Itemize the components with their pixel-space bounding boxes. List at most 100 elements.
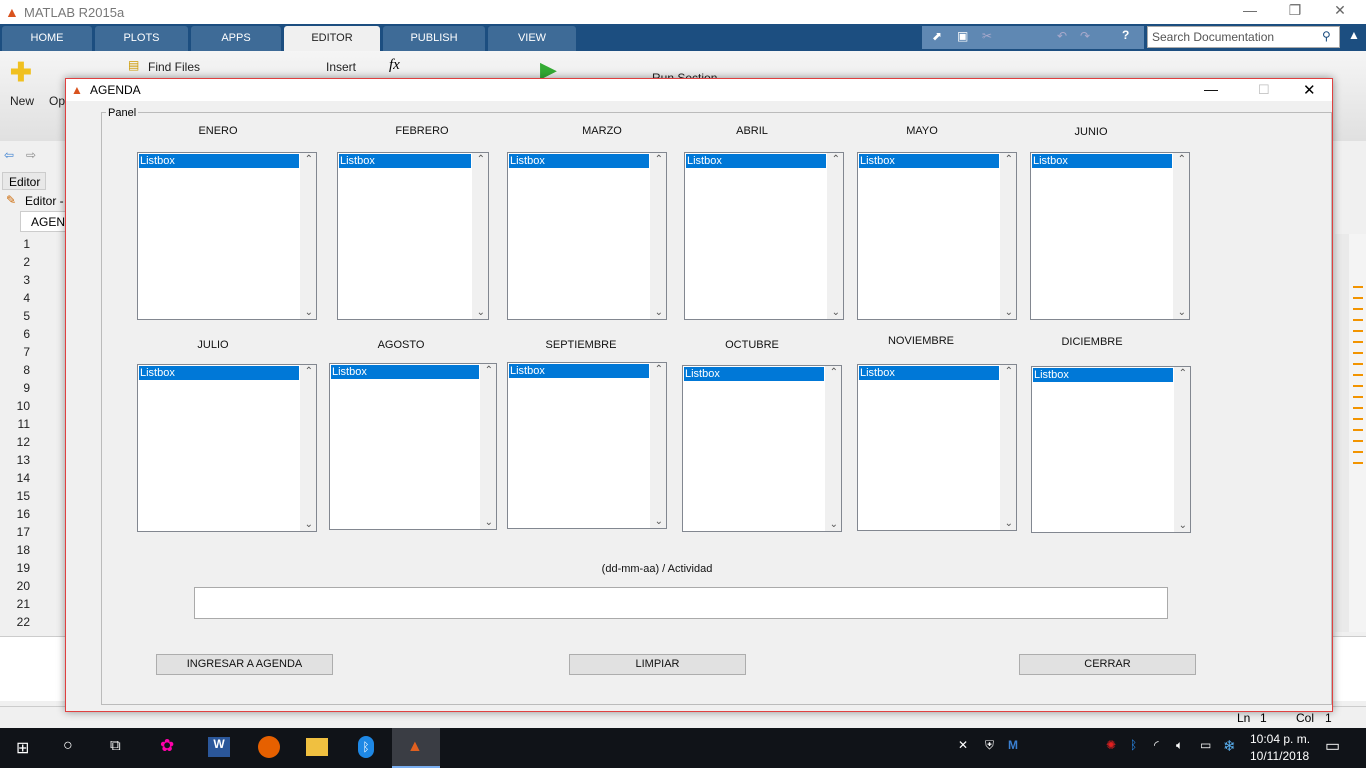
usb-icon[interactable]: ✕ xyxy=(958,738,968,752)
windows-start-icon[interactable]: ⊞ xyxy=(16,738,29,758)
scroll-down-icon[interactable]: ⌄ xyxy=(1005,307,1013,318)
listbox-septiembre[interactable]: Listbox ⌃ ⌄ xyxy=(507,362,667,529)
listbox-scrollbar[interactable] xyxy=(825,366,841,531)
malwarebytes-icon[interactable]: M xyxy=(1008,738,1018,752)
editor-panel-tab[interactable]: Editor xyxy=(2,172,46,190)
file-tab[interactable]: AGENDA xyxy=(20,211,82,232)
paint-icon[interactable]: ✿ xyxy=(160,736,174,756)
listbox-item[interactable]: Listbox xyxy=(1032,154,1172,168)
listbox-scrollbar[interactable] xyxy=(827,153,843,319)
listbox-noviembre[interactable]: Listbox ⌃ ⌄ xyxy=(857,364,1017,531)
restore-button[interactable]: ❐ xyxy=(1275,2,1315,22)
notifications-icon[interactable]: ▭ xyxy=(1325,736,1340,756)
listbox-diciembre[interactable]: Listbox ⌃ ⌄ xyxy=(1031,366,1191,533)
listbox-scrollbar[interactable] xyxy=(1174,367,1190,532)
editor-scrollbar[interactable] xyxy=(1335,234,1349,632)
bluetooth-app-icon[interactable]: ᛒ xyxy=(358,736,374,758)
matlab-taskbar-button[interactable]: ▲ xyxy=(392,728,440,768)
cut-icon[interactable]: ✂ xyxy=(982,29,992,43)
search-icon[interactable]: ⚲ xyxy=(1322,29,1331,43)
listbox-scrollbar[interactable] xyxy=(650,363,666,528)
scroll-down-icon[interactable]: ⌄ xyxy=(305,519,313,530)
scroll-down-icon[interactable]: ⌄ xyxy=(832,307,840,318)
forward-icon[interactable]: ⇨ xyxy=(26,148,36,162)
listbox-item[interactable]: Listbox xyxy=(339,154,471,168)
scroll-up-icon[interactable]: ⌃ xyxy=(1178,154,1186,165)
listbox-julio[interactable]: Listbox ⌃ ⌄ xyxy=(137,364,317,532)
cerrar-button[interactable]: CERRAR xyxy=(1019,654,1196,675)
insert-button[interactable]: Insert xyxy=(326,60,356,74)
scroll-down-icon[interactable]: ⌄ xyxy=(485,517,493,528)
new-button[interactable]: New xyxy=(10,94,34,108)
tab-view[interactable]: VIEW xyxy=(488,26,576,51)
listbox-item[interactable]: Listbox xyxy=(509,154,649,168)
tab-plots[interactable]: PLOTS xyxy=(95,26,188,51)
listbox-scrollbar[interactable] xyxy=(650,153,666,319)
wifi-icon[interactable]: ◜ xyxy=(1154,738,1159,752)
scroll-down-icon[interactable]: ⌄ xyxy=(305,307,313,318)
scroll-up-icon[interactable]: ⌃ xyxy=(477,154,485,165)
collapse-ribbon-icon[interactable]: ▲ xyxy=(1348,28,1360,42)
tab-editor[interactable]: EDITOR xyxy=(284,26,380,51)
scroll-up-icon[interactable]: ⌃ xyxy=(655,154,663,165)
listbox-agosto[interactable]: Listbox ⌃ ⌄ xyxy=(329,363,497,530)
search-circle-icon[interactable]: ○ xyxy=(63,737,73,755)
listbox-enero[interactable]: Listbox ⌃ ⌄ xyxy=(137,152,317,320)
snowflake-icon[interactable]: ❄ xyxy=(1223,737,1236,755)
listbox-item[interactable]: Listbox xyxy=(509,364,649,378)
search-documentation-input[interactable]: Search Documentation xyxy=(1147,26,1340,48)
redo-icon[interactable]: ↷ xyxy=(1080,29,1090,43)
minimize-button[interactable]: — xyxy=(1230,2,1270,22)
listbox-item[interactable]: Listbox xyxy=(686,154,826,168)
listbox-mayo[interactable]: Listbox ⌃ ⌄ xyxy=(857,152,1017,320)
defender-icon[interactable]: ⛨ xyxy=(985,738,994,753)
scroll-up-icon[interactable]: ⌃ xyxy=(1005,366,1013,377)
activity-input[interactable] xyxy=(194,587,1168,619)
scroll-up-icon[interactable]: ⌃ xyxy=(655,364,663,375)
scroll-down-icon[interactable]: ⌄ xyxy=(477,307,485,318)
dialog-close-button[interactable]: ✕ xyxy=(1303,81,1316,99)
listbox-item[interactable]: Listbox xyxy=(331,365,479,379)
listbox-scrollbar[interactable] xyxy=(1000,153,1016,319)
listbox-abril[interactable]: Listbox ⌃ ⌄ xyxy=(684,152,844,320)
tab-home[interactable]: HOME xyxy=(2,26,92,51)
listbox-item[interactable]: Listbox xyxy=(139,154,299,168)
task-view-icon[interactable]: ⧉ xyxy=(110,737,121,754)
scroll-up-icon[interactable]: ⌃ xyxy=(1005,154,1013,165)
find-files-button[interactable]: Find Files xyxy=(148,60,200,74)
listbox-octubre[interactable]: Listbox ⌃ ⌄ xyxy=(682,365,842,532)
bluetooth-icon[interactable]: ᛒ xyxy=(1130,738,1137,752)
scroll-down-icon[interactable]: ⌄ xyxy=(830,519,838,530)
back-icon[interactable]: ⇦ xyxy=(4,148,14,162)
tab-apps[interactable]: APPS xyxy=(191,26,281,51)
listbox-scrollbar[interactable] xyxy=(1173,153,1189,319)
help-icon[interactable]: ? xyxy=(1122,28,1129,42)
listbox-item[interactable]: Listbox xyxy=(139,366,299,380)
firefox-icon[interactable] xyxy=(258,736,280,758)
save-icon[interactable]: ▣ xyxy=(957,29,968,43)
listbox-scrollbar[interactable] xyxy=(300,365,316,531)
new-icon[interactable]: ✚ xyxy=(10,57,32,88)
listbox-item[interactable]: Listbox xyxy=(684,367,824,381)
listbox-item[interactable]: Listbox xyxy=(859,366,999,380)
scroll-down-icon[interactable]: ⌄ xyxy=(1178,307,1186,318)
scroll-up-icon[interactable]: ⌃ xyxy=(1179,368,1187,379)
listbox-scrollbar[interactable] xyxy=(300,153,316,319)
volume-icon[interactable]: 🔈︎ xyxy=(1176,738,1183,753)
listbox-scrollbar[interactable] xyxy=(1000,365,1016,530)
scroll-up-icon[interactable]: ⌃ xyxy=(305,154,313,165)
scroll-down-icon[interactable]: ⌄ xyxy=(655,516,663,527)
fx-icon[interactable]: fx xyxy=(389,57,400,74)
tab-publish[interactable]: PUBLISH xyxy=(383,26,485,51)
scroll-up-icon[interactable]: ⌃ xyxy=(485,365,493,376)
word-icon[interactable]: W xyxy=(208,737,230,757)
close-button[interactable]: ✕ xyxy=(1320,2,1360,22)
clock-time[interactable]: 10:04 p. m. xyxy=(1250,732,1310,746)
listbox-item[interactable]: Listbox xyxy=(1033,368,1173,382)
ingresar-button[interactable]: INGRESAR A AGENDA xyxy=(156,654,333,675)
file-explorer-icon[interactable] xyxy=(306,738,328,756)
scroll-down-icon[interactable]: ⌄ xyxy=(655,307,663,318)
listbox-marzo[interactable]: Listbox ⌃ ⌄ xyxy=(507,152,667,320)
battery-icon[interactable]: ▭ xyxy=(1200,738,1211,752)
dialog-minimize-button[interactable]: — xyxy=(1204,81,1218,97)
